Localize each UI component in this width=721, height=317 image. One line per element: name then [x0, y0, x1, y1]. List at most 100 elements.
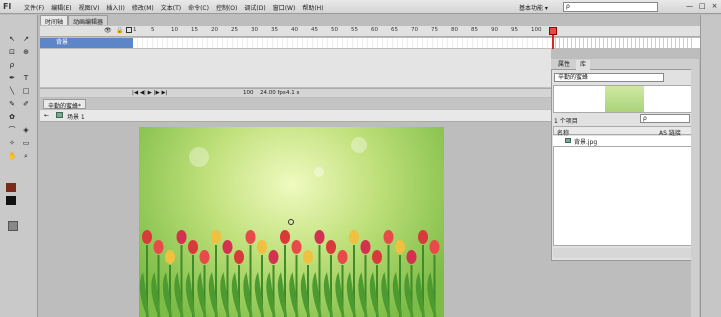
layer-outline-icon[interactable] — [126, 27, 132, 33]
layer-lock-icon[interactable]: 🔒 — [116, 27, 123, 34]
ruler-tick-label: 80 — [451, 27, 458, 33]
layer-visibility-icon[interactable]: 👁 — [104, 27, 112, 34]
ruler-tick-label: 1 — [133, 27, 137, 33]
ruler-tick-label: 60 — [371, 27, 378, 33]
ruler-tick-label: 70 — [411, 27, 418, 33]
eyedropper-icon[interactable]: ✧ — [8, 139, 16, 147]
bitmap-icon — [565, 138, 571, 143]
library-list — [553, 146, 696, 246]
library-column-header: 名称 AS 链接 — [553, 126, 696, 137]
snap-magnet-icon[interactable] — [8, 221, 18, 231]
frame-track[interactable] — [133, 38, 551, 48]
tool-spacer — [22, 61, 30, 69]
ruler-tick-label: 50 — [331, 27, 338, 33]
scene-icon — [56, 112, 63, 118]
playhead-handle[interactable] — [549, 27, 557, 35]
ruler-tick-label: 15 — [191, 27, 198, 33]
maximize-button[interactable]: □ — [699, 2, 706, 10]
tab-library[interactable]: 库 — [576, 60, 591, 70]
menu-item[interactable]: 插入(I) — [106, 3, 124, 12]
window-controls: — □ × — [686, 2, 718, 10]
frame-ruler[interactable]: 1 5 10 15 20 25 30 35 40 45 50 55 60 65 70 75 80 85 90 95 10… — [133, 27, 551, 36]
ruler-tick-label: 55 — [351, 27, 358, 33]
tool-spacer — [22, 113, 30, 121]
menu-item[interactable]: 修改(M) — [132, 3, 154, 12]
search-icon: ρ — [566, 3, 570, 10]
library-footer-buttons — [553, 248, 696, 258]
stage-canvas[interactable] — [139, 127, 444, 317]
library-item-name: 背景.jpg — [574, 139, 598, 146]
ruler-tick-label: 90 — [491, 27, 498, 33]
ruler-tick-label: 30 — [251, 27, 258, 33]
layer-name[interactable]: 背景 — [40, 38, 133, 48]
timeline-empty-area — [40, 49, 551, 87]
document-tab-bar — [40, 98, 551, 109]
menu-items: 文件(F) 编辑(E) 视图(V) 插入(I) 修改(M) 文本(T) 命令(C) 控制(O)… — [24, 3, 324, 12]
tab-motion-editor[interactable]: 动画编辑器 — [68, 15, 109, 26]
scene-name[interactable]: 场景 1 — [67, 112, 85, 121]
minimize-button[interactable]: — — [686, 2, 693, 10]
menu-item[interactable]: 命令(C) — [188, 3, 209, 12]
frame-rate: 24.00 fps — [260, 90, 286, 96]
frame-track-overflow[interactable] — [552, 38, 692, 48]
app-logo: Fl — [3, 2, 12, 11]
menu-item[interactable]: 文件(F) — [24, 3, 44, 12]
elapsed-time: 4.1 s — [286, 90, 300, 96]
registration-point-icon — [288, 219, 294, 225]
vertical-scrollbar[interactable] — [691, 59, 699, 317]
free-transform-icon[interactable]: ⊡ — [8, 48, 16, 56]
close-button[interactable]: × — [712, 2, 718, 10]
ruler-tick-label: 20 — [211, 27, 218, 33]
stroke-color-swatch[interactable] — [6, 183, 16, 192]
pencil-icon[interactable]: ✎ — [8, 100, 16, 108]
rectangle-tool-icon[interactable]: □ — [22, 87, 30, 95]
menu-item[interactable]: 控制(O) — [216, 3, 237, 12]
ruler-tick-label: 85 — [471, 27, 478, 33]
fill-color-swatch[interactable] — [6, 196, 16, 205]
menu-item[interactable]: 文本(T) — [161, 3, 181, 12]
zoom-tool-icon[interactable]: ⌕ — [22, 152, 30, 160]
ruler-tick-label: 65 — [391, 27, 398, 33]
lasso-icon[interactable]: ρ — [8, 61, 16, 69]
brush-icon[interactable]: ✐ — [22, 100, 30, 108]
ruler-tick-label: 5 — [151, 27, 155, 33]
help-search-input[interactable]: ρ — [563, 2, 658, 12]
menu-item[interactable]: 调试(D) — [244, 3, 265, 12]
line-tool-icon[interactable]: ╲ — [8, 87, 16, 95]
ruler-tick-label: 25 — [231, 27, 238, 33]
ruler-tick-label: 95 — [511, 27, 518, 33]
panel-dock — [700, 15, 721, 317]
timeline-footer: |◀ ◀| ▶ |▶ ▶| 100 24.00 fps 4.1 s — [40, 88, 551, 97]
back-arrow-icon[interactable]: ← — [44, 112, 49, 119]
ruler-tick-label: 45 — [311, 27, 318, 33]
document-tab[interactable]: 辛勤的蜜蜂* — [43, 99, 87, 110]
tab-timeline[interactable]: 时间轴 — [40, 15, 69, 26]
bone-tool-icon[interactable]: ⌒ — [8, 126, 16, 134]
library-document-select[interactable]: 辛勤的蜜蜂 — [554, 73, 664, 82]
preview-thumbnail — [605, 86, 644, 112]
playback-controls[interactable]: |◀ ◀| ▶ |▶ ▶| — [132, 90, 168, 96]
menu-item[interactable]: 帮助(H) — [302, 3, 323, 12]
pen-icon[interactable]: ✒ — [8, 74, 16, 82]
deco-tool-icon[interactable]: ✿ — [8, 113, 16, 121]
current-frame: 100 — [243, 90, 254, 96]
tab-properties[interactable]: 属性 — [554, 60, 574, 70]
eraser-icon[interactable]: ▭ — [22, 139, 30, 147]
menu-item[interactable]: 编辑(E) — [51, 3, 71, 12]
menu-item[interactable]: 窗口(W) — [273, 3, 296, 12]
ruler-tick-label: 35 — [271, 27, 278, 33]
library-item[interactable]: 背景.jpg — [553, 136, 696, 146]
subselection-tool-icon[interactable]: ↗ — [22, 35, 30, 43]
menu-item[interactable]: 视图(V) — [79, 3, 100, 12]
workspace-switcher[interactable]: 基本功能 ▾ — [519, 3, 548, 12]
item-count: 1 个项目 — [554, 118, 578, 125]
library-search-input[interactable]: ρ — [640, 114, 690, 123]
ruler-tick-label: 100 — [531, 27, 542, 33]
selection-tool-icon[interactable]: ↖ — [8, 35, 16, 43]
paint-bucket-icon[interactable]: ◈ — [22, 126, 30, 134]
3d-rotation-icon[interactable]: ⊕ — [22, 48, 30, 56]
ruler-tick-label: 75 — [431, 27, 438, 33]
hand-tool-icon[interactable]: ✋ — [8, 152, 17, 160]
text-tool-icon[interactable]: T — [22, 74, 30, 82]
ruler-tick-label: 10 — [171, 27, 178, 33]
